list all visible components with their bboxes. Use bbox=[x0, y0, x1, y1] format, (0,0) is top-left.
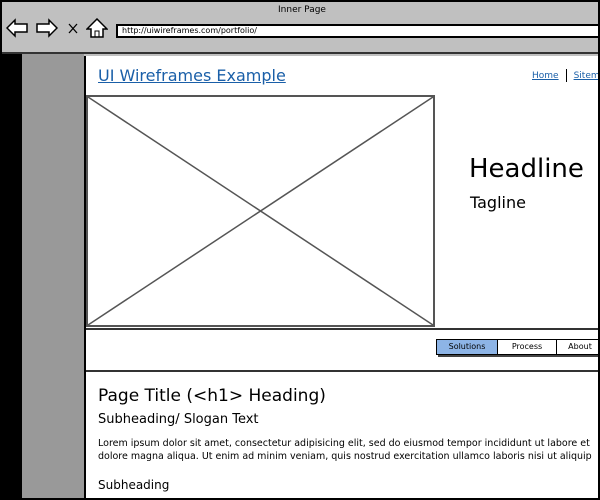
main-content: Page Title (<h1> Heading) Subheading/ Sl… bbox=[98, 386, 598, 492]
sitemap-link[interactable]: Sitemap bbox=[574, 71, 598, 81]
slogan: Subheading/ Slogan Text bbox=[98, 412, 259, 427]
body-text: Lorem ipsum dolor sit amet, consectetur … bbox=[98, 438, 592, 462]
page-title: Page Title (<h1> Heading) bbox=[98, 386, 326, 406]
left-gutter bbox=[22, 54, 84, 498]
headline: Headline bbox=[469, 154, 584, 184]
address-bar[interactable]: http://uiwireframes.com/portfolio/ bbox=[116, 24, 598, 38]
link-separator bbox=[565, 69, 567, 82]
top-links: Home Sitemap bbox=[532, 69, 598, 82]
nav-bar: Solutions Process About bbox=[86, 328, 598, 372]
tab-about[interactable]: About bbox=[556, 339, 598, 355]
site-logo-link[interactable]: UI Wireframes Example bbox=[98, 66, 286, 85]
browser-window: Inner Page http://uiwireframes.com/portf… bbox=[0, 0, 600, 500]
tagline: Tagline bbox=[470, 193, 526, 212]
web-page: UI Wireframes Example Home Sitemap Headli… bbox=[84, 56, 598, 498]
image-placeholder bbox=[86, 95, 435, 327]
left-margin bbox=[2, 54, 22, 498]
tab-solutions[interactable]: Solutions bbox=[436, 339, 498, 355]
tab-process[interactable]: Process bbox=[497, 339, 557, 355]
home-link[interactable]: Home bbox=[532, 71, 559, 81]
subheading: Subheading bbox=[98, 478, 170, 492]
forward-arrow-icon[interactable] bbox=[36, 18, 58, 38]
stop-x-icon[interactable] bbox=[66, 18, 80, 38]
back-arrow-icon[interactable] bbox=[6, 18, 28, 38]
browser-toolbar: Inner Page http://uiwireframes.com/portf… bbox=[2, 2, 598, 54]
window-title: Inner Page bbox=[278, 5, 326, 15]
nav-tabs: Solutions Process About bbox=[436, 339, 598, 355]
home-icon[interactable] bbox=[86, 18, 108, 38]
